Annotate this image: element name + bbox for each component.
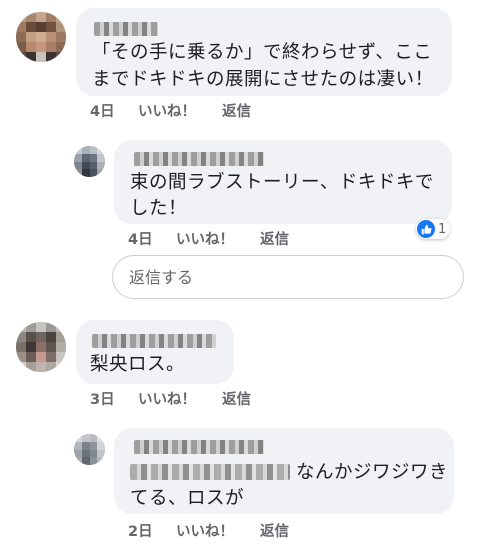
avatar[interactable]	[74, 434, 105, 465]
commenter-name-redacted[interactable]	[134, 440, 264, 454]
reply-bubble: なんかジワジワき てる、ロスが	[114, 428, 454, 514]
comment-bubble: 「その手に乗るか」で終わらせず、ここ までドキドキの展開にさせたのは凄い！	[76, 8, 452, 96]
avatar[interactable]	[16, 322, 66, 372]
commenter-name-redacted[interactable]	[94, 22, 158, 36]
thumbs-up-icon	[417, 220, 435, 238]
avatar[interactable]	[16, 12, 66, 62]
reply-input-box[interactable]	[112, 255, 464, 299]
reply-button[interactable]: 返信	[260, 520, 289, 541]
comment-text-line: 「その手に乗るか」で終わらせず、ここ	[92, 42, 433, 63]
comment-time[interactable]: 2日	[128, 520, 153, 541]
comment-text-line: なんかジワジワき	[130, 458, 448, 487]
reply-input[interactable]	[113, 256, 463, 298]
reply-bubble: 束の間ラブストーリー、ドキドキで した！	[114, 140, 452, 224]
like-button[interactable]: いいね！	[138, 388, 196, 409]
reply-button[interactable]: 返信	[222, 100, 251, 121]
avatar[interactable]	[74, 146, 105, 177]
comment-text-line: 束の間ラブストーリー、ドキドキで	[130, 172, 434, 193]
reply-button[interactable]: 返信	[260, 228, 289, 249]
comment-time[interactable]: 3日	[90, 388, 115, 409]
like-button[interactable]: いいね！	[176, 520, 234, 541]
comment-text-line: 梨央ロス。	[90, 354, 186, 375]
redacted-text	[130, 464, 290, 480]
like-button[interactable]: いいね！	[138, 100, 196, 121]
comment-text-line: てる、ロスが	[130, 488, 245, 509]
comment-text-visible: なんかジワジワき	[296, 462, 449, 483]
comment-bubble: 梨央ロス。	[76, 320, 234, 384]
commenter-name-redacted[interactable]	[134, 152, 264, 166]
commenter-name-redacted[interactable]	[92, 334, 216, 348]
like-button[interactable]: いいね！	[176, 228, 234, 249]
reply-button[interactable]: 返信	[222, 388, 251, 409]
comment-text-line: した！	[130, 198, 188, 219]
reaction-count: 1	[438, 221, 447, 237]
comment-time[interactable]: 4日	[90, 100, 115, 121]
comment-text-line: までドキドキの展開にさせたのは凄い！	[92, 69, 434, 90]
comment-time[interactable]: 4日	[128, 228, 153, 249]
reaction-badge[interactable]: 1	[416, 219, 451, 239]
